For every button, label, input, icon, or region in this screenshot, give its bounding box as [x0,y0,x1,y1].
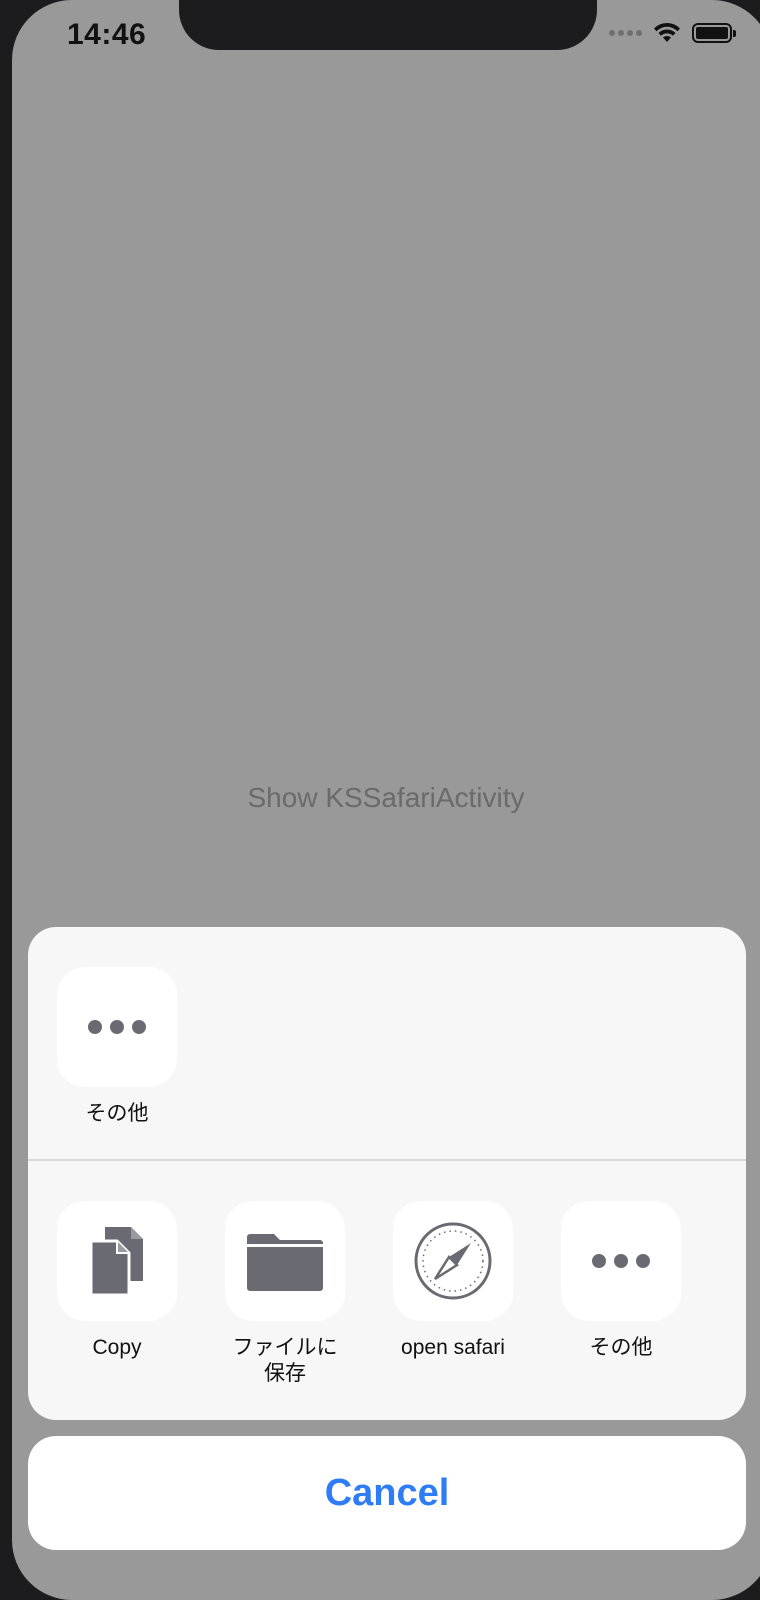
share-bottom-row: Copy ファイルに 保存 open safari その他 [28,1201,746,1387]
status-time: 14:46 [67,18,147,51]
share-item-label: ファイルに 保存 [232,1336,338,1385]
share-item-tile[interactable] [561,1201,681,1321]
share-item-label: Copy [92,1336,142,1359]
folder-icon [247,1234,323,1291]
battery-icon [692,23,736,43]
share-item-label: open safari [401,1336,505,1359]
share-item-tile[interactable] [57,1201,177,1321]
safari-compass-icon [414,1222,492,1300]
share-item-tile[interactable] [225,1201,345,1321]
show-ks-safari-activity-link[interactable]: Show KSSafariActivity [12,782,760,814]
share-item-label: その他 [85,1102,149,1125]
cellular-signal-icon [609,30,642,36]
share-sheet: その他 Copy ファイルに 保存 open safari その他 [28,927,746,1420]
section-divider [28,1159,746,1161]
share-item-more-top[interactable]: その他 [57,967,226,1127]
more-icon [88,1020,146,1034]
wifi-icon [654,22,680,42]
share-item-tile[interactable] [393,1201,513,1321]
share-item-more-bottom[interactable]: その他 [561,1201,730,1387]
more-icon [592,1254,650,1268]
status-indicators [609,22,736,44]
share-top-row: その他 [28,967,746,1127]
copy-icon [89,1227,143,1297]
share-item-label: その他 [589,1336,653,1359]
notch [179,0,597,50]
share-item-tile[interactable] [57,967,177,1087]
cancel-button[interactable]: Cancel [28,1436,746,1550]
